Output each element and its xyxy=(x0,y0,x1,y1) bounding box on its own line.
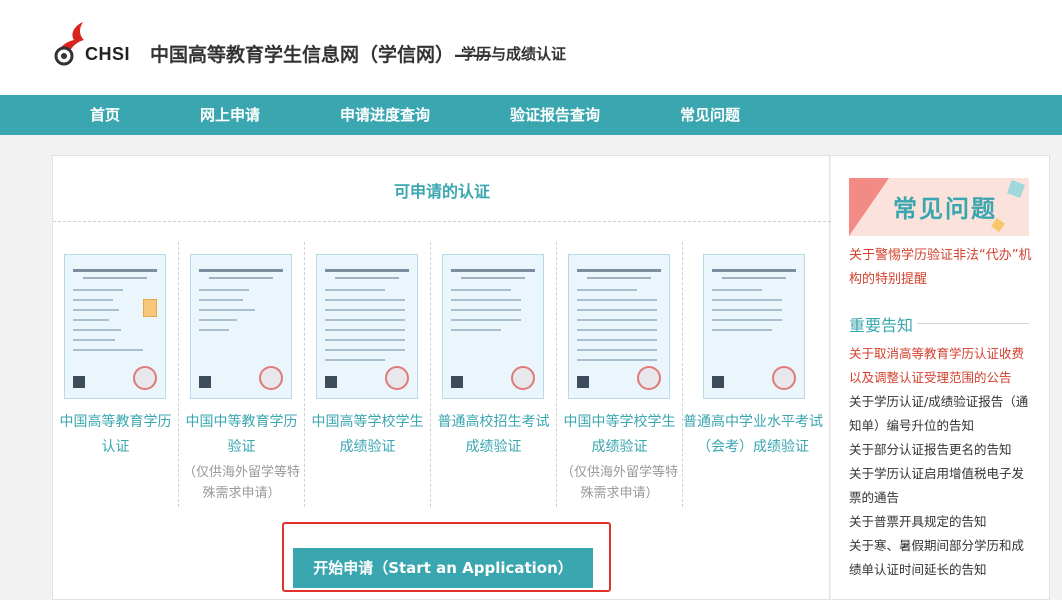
notice-link[interactable]: 关于取消高等教育学历认证收费以及调整认证受理范围的公告 xyxy=(849,342,1035,390)
cert-sample-image[interactable] xyxy=(442,254,544,399)
seal-icon xyxy=(637,366,661,390)
warning-link[interactable]: 关于警惕学历验证非法“代办”机构的特别提醒 xyxy=(849,244,1035,292)
photo-thumbnail xyxy=(143,299,157,317)
cert-name[interactable]: 中国中等学校学生成绩验证 xyxy=(557,410,682,460)
cert-sample-image[interactable] xyxy=(568,254,670,399)
notice-title: 重要告知 xyxy=(849,316,914,335)
notice-list: 关于取消高等教育学历认证收费以及调整认证受理范围的公告 关于学历认证/成绩验证报… xyxy=(849,342,1035,582)
faq-banner[interactable]: 常见问题 xyxy=(849,178,1029,236)
seal-icon xyxy=(511,366,535,390)
nav-item-faq[interactable]: 常见问题 xyxy=(680,95,740,135)
certification-panel: 可申请的认证 中国高等教育学历认证 中国中等教育学历验证 （仅供海外留学等特殊需… xyxy=(52,155,831,600)
cert-card-college-entrance-exam[interactable]: 普通高校招生考试成绩验证 xyxy=(431,242,556,507)
cert-note: （仅供海外留学等特殊需求申请） xyxy=(560,465,678,501)
qr-code-icon xyxy=(73,376,85,388)
nav-item-progress-query[interactable]: 申请进度查询 xyxy=(340,95,430,135)
notice-link[interactable]: 关于学历认证启用增值税电子发票的通告 xyxy=(849,462,1035,510)
notice-link[interactable]: 关于普票开具规定的告知 xyxy=(849,510,1035,534)
cert-sample-image[interactable] xyxy=(316,254,418,399)
faq-banner-text: 常见问题 xyxy=(893,194,997,223)
cert-card-higher-edu-transcript[interactable]: 中国高等学校学生成绩验证 xyxy=(305,242,430,507)
sidebar: 常见问题 关于警惕学历验证非法“代办”机构的特别提醒 重要告知 关于取消高等教育… xyxy=(831,155,1050,600)
logo-text: CHSI xyxy=(85,44,131,64)
cert-sample-image[interactable] xyxy=(190,254,292,399)
notice-link[interactable]: 关于部分认证报告更名的告知 xyxy=(849,438,1035,462)
nav-item-home[interactable]: 首页 xyxy=(90,95,120,135)
cert-name[interactable]: 中国高等学校学生成绩验证 xyxy=(305,410,430,460)
panel-divider xyxy=(53,221,831,222)
nav-item-report-query[interactable]: 验证报告查询 xyxy=(510,95,600,135)
nav-item-online-apply[interactable]: 网上申请 xyxy=(200,95,260,135)
site-header: CHSI 中国高等教育学生信息网（学信网）—— 学历与成绩认证 xyxy=(0,0,1062,95)
cert-name[interactable]: 中国中等教育学历验证 xyxy=(179,410,304,460)
seal-icon xyxy=(259,366,283,390)
site-subtitle: 学历与成绩认证 xyxy=(461,45,567,63)
qr-code-icon xyxy=(199,376,211,388)
qr-code-icon xyxy=(577,376,589,388)
qr-code-icon xyxy=(451,376,463,388)
start-application-button[interactable]: 开始申请（Start an Application） xyxy=(293,548,593,588)
cert-card-high-school-proficiency[interactable]: 普通高中学业水平考试（会考）成绩验证 xyxy=(683,242,823,507)
cert-sample-image[interactable] xyxy=(703,254,805,399)
cert-card-higher-edu-degree[interactable]: 中国高等教育学历认证 xyxy=(53,242,178,507)
seal-icon xyxy=(385,366,409,390)
notice-link[interactable]: 关于学历认证/成绩验证报告（通知单）编号升位的告知 xyxy=(849,390,1035,438)
site-title: 中国高等教育学生信息网（学信网）—— xyxy=(150,44,493,66)
notice-link[interactable]: 关于寒、暑假期间部分学历和成绩单认证时间延长的告知 xyxy=(849,534,1035,582)
apply-button-highlight: 开始申请（Start an Application） xyxy=(282,522,611,592)
seal-icon xyxy=(133,366,157,390)
notice-title-divider xyxy=(917,323,1029,324)
cert-card-secondary-edu-degree[interactable]: 中国中等教育学历验证 （仅供海外留学等特殊需求申请） xyxy=(179,242,304,507)
panel-title: 可申请的认证 xyxy=(393,182,490,201)
cert-name[interactable]: 普通高校招生考试成绩验证 xyxy=(431,410,556,460)
qr-code-icon xyxy=(325,376,337,388)
qr-code-icon xyxy=(712,376,724,388)
cert-card-secondary-school-transcript[interactable]: 中国中等学校学生成绩验证 （仅供海外留学等特殊需求申请） xyxy=(557,242,682,507)
cert-note: （仅供海外留学等特殊需求申请） xyxy=(182,465,300,501)
cert-name[interactable]: 普通高中学业水平考试（会考）成绩验证 xyxy=(683,410,823,460)
seal-icon xyxy=(772,366,796,390)
cert-sample-image[interactable] xyxy=(64,254,166,399)
main-nav: 首页 网上申请 申请进度查询 验证报告查询 常见问题 xyxy=(0,95,1062,135)
cert-name[interactable]: 中国高等教育学历认证 xyxy=(53,410,178,460)
